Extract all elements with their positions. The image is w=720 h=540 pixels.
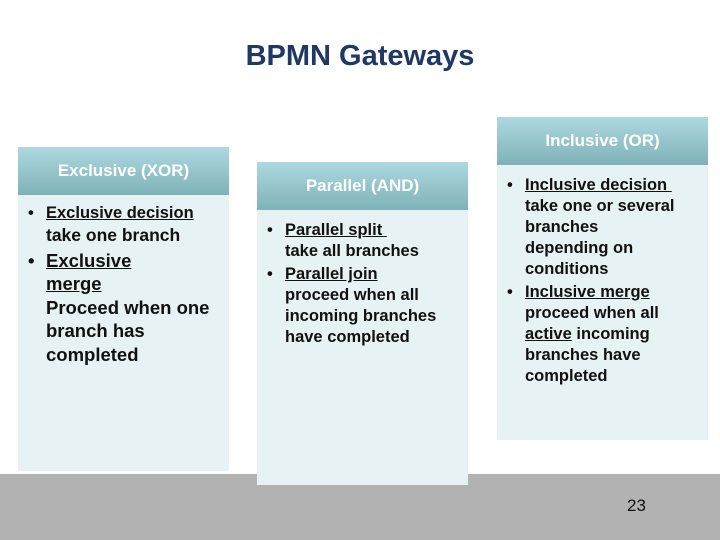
item-desc: take one branch (46, 225, 181, 245)
card-parallel-and: Parallel (AND) • Parallel split take all… (257, 162, 468, 485)
page-number: 23 (627, 496, 646, 515)
card-header: Exclusive (XOR) (18, 147, 229, 195)
list-item: • Parallel join proceed when all incomin… (265, 264, 460, 348)
item-term: Parallel split (285, 221, 387, 239)
bullet-icon: • (267, 265, 273, 283)
item-desc-emphasis: active (525, 325, 572, 343)
item-term: Inclusive merge (525, 283, 650, 301)
card-header: Parallel (AND) (257, 162, 468, 210)
item-term: Exclusive decision (46, 204, 194, 222)
list-item: • Inclusive decision take one or several… (505, 175, 700, 280)
bullet-icon: • (28, 249, 35, 271)
item-desc-pre: proceed when all (525, 304, 659, 322)
list-item: • Exclusive merge Proceed when one branc… (26, 249, 221, 367)
item-term: Parallel join (285, 265, 378, 283)
card-body: • Exclusive decision take one branch • E… (18, 195, 229, 366)
list-item: • Parallel split take all branches (265, 220, 460, 262)
item-term: Inclusive decision (525, 176, 672, 194)
card-exclusive-xor: Exclusive (XOR) • Exclusive decision tak… (18, 147, 229, 471)
bullet-icon: • (507, 283, 513, 301)
card-header: Inclusive (OR) (497, 117, 708, 165)
bullet-icon: • (28, 204, 34, 222)
card-body: • Parallel split take all branches • Par… (257, 210, 468, 348)
bullet-icon: • (507, 176, 513, 194)
item-desc: proceed when all incoming branches have … (285, 286, 437, 346)
card-inclusive-or: Inclusive (OR) • Inclusive decision take… (497, 117, 708, 440)
list-item: • Exclusive decision take one branch (26, 203, 221, 247)
item-desc: take all branches (285, 242, 419, 260)
slide-title: BPMN Gateways (245, 40, 475, 72)
card-body: • Inclusive decision take one or several… (497, 165, 708, 387)
item-term: Exclusive merge (46, 249, 132, 295)
item-desc: Proceed when one branch has completed (46, 296, 210, 365)
bullet-icon: • (267, 221, 273, 239)
list-item: • Inclusive merge proceed when all activ… (505, 282, 700, 387)
item-desc: take one or several branches depending o… (525, 197, 675, 278)
